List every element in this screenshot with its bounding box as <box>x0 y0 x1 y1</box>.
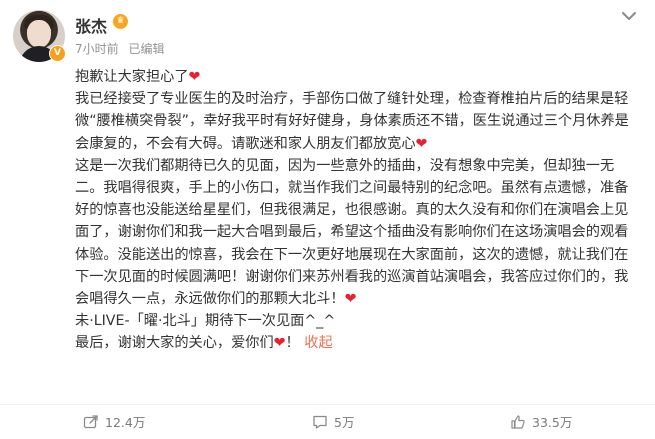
author-avatar[interactable]: V <box>13 10 66 62</box>
heart-emoji-icon: ❤ <box>273 335 286 352</box>
post-time[interactable]: 7小时前 <box>75 42 119 56</box>
share-count: 12.4万 <box>105 415 146 430</box>
member-crown-icon[interactable]: ♛ <box>113 14 128 29</box>
collapse-link[interactable]: 收起 <box>304 335 332 351</box>
more-options-chevron-icon[interactable] <box>620 8 638 24</box>
post-paragraph: 这是一次我们都期待已久的见面，因为一些意外的插曲，没有想象中完美，但却独一无二。… <box>75 157 629 308</box>
post-paragraph: 最后，谢谢大家的关心，爱你们❤！ 收起 <box>75 335 333 352</box>
post-paragraph: 未·LIVE-「曜·北斗」期待下一次见面^_^ <box>75 313 336 330</box>
divider <box>0 404 655 405</box>
post-paragraph: 我已经接受了专业医生的及时治疗，手部伤口做了缝针处理，检查脊椎拍片后的结果是轻微… <box>75 91 629 152</box>
author-name[interactable]: 张杰 <box>75 13 107 37</box>
thumbs-up-icon <box>511 414 525 429</box>
comment-button[interactable]: 5万 <box>312 412 354 431</box>
action-bar: 12.4万 5万 33.5万 <box>0 406 655 436</box>
like-button[interactable]: 33.5万 <box>510 412 572 431</box>
post-paragraph: 抱歉让大家担心了❤ <box>75 69 201 85</box>
share-icon <box>83 414 98 428</box>
verified-badge-icon: V <box>49 45 66 62</box>
post-meta: 7小时前 已编辑 <box>75 40 170 57</box>
heart-emoji-icon: ❤ <box>344 291 357 308</box>
comment-count: 5万 <box>334 415 355 430</box>
comment-icon <box>313 415 327 429</box>
share-button[interactable]: 12.4万 <box>83 412 145 431</box>
post-content: 抱歉让大家担心了❤ 我已经接受了专业医生的及时治疗，手部伤口做了缝针处理，检查脊… <box>75 66 635 355</box>
edited-label[interactable]: 已编辑 <box>128 42 164 56</box>
heart-emoji-icon: ❤ <box>188 69 201 85</box>
heart-emoji-icon: ❤ <box>415 135 428 152</box>
like-count: 33.5万 <box>532 415 573 430</box>
